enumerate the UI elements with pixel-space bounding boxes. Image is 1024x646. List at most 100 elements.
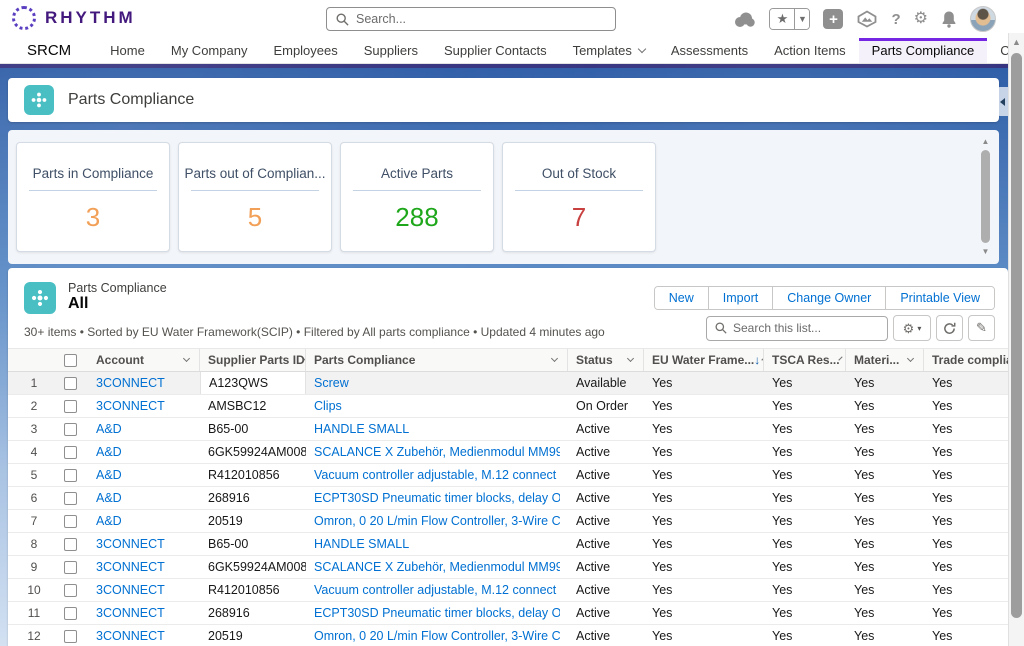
column-header-eu-water-frame[interactable]: EU Water Frame...↓ [644,349,764,371]
column-header-supplier-parts-id[interactable]: Supplier Parts ID [200,349,306,371]
parts-compliance-link[interactable]: SCALANCE X Zubehör, Medienmodul MM992-4L [314,560,560,574]
column-header-status[interactable]: Status [568,349,644,371]
tab-action-items[interactable]: Action Items [761,38,859,63]
kpi-card-parts-in-compliance[interactable]: Parts in Compliance3 [16,142,170,252]
column-header-materi[interactable]: Materi... [846,349,924,371]
scroll-up-icon[interactable]: ▲ [979,137,992,147]
parts-compliance-link[interactable]: ECPT30SD Pneumatic timer blocks, delay O… [314,491,560,505]
notifications-bell-icon[interactable] [941,10,957,28]
new-button[interactable]: New [655,287,708,309]
scroll-up-icon[interactable]: ▲ [1009,37,1024,47]
row-checkbox[interactable] [64,423,77,436]
global-search[interactable] [326,7,616,31]
favorites-star-icon[interactable]: ★ [770,9,794,29]
list-search-input[interactable] [733,321,879,335]
tab-my-company[interactable]: My Company [158,38,261,63]
parts-compliance-link[interactable]: Omron, 0 20 L/min Flow Controller, 3-Wir… [314,629,560,643]
global-add-icon[interactable]: + [823,9,843,29]
list-view-name[interactable]: All [68,295,88,313]
column-header-account[interactable]: Account [88,349,200,371]
row-checkbox[interactable] [64,538,77,551]
parts-compliance-link[interactable]: Omron, 0 20 L/min Flow Controller, 3-Wir… [314,514,560,528]
tab-parts-compliance[interactable]: Parts Compliance [859,38,988,63]
kpi-card-active-parts[interactable]: Active Parts288 [340,142,494,252]
parts-compliance-link[interactable]: ECPT30SD Pneumatic timer blocks, delay O… [314,606,560,620]
einstein-icon[interactable] [733,11,756,28]
kpi-card-out-of-stock[interactable]: Out of Stock7 [502,142,656,252]
table-row[interactable]: 5A&DR412010856Vacuum controller adjustab… [8,464,1008,487]
table-row[interactable]: 23CONNECTAMSBC12ClipsOn OrderYesYesYesYe… [8,395,1008,418]
column-header-parts-compliance[interactable]: Parts Compliance [306,349,568,371]
tab-assessments[interactable]: Assessments [658,38,761,63]
account-link[interactable]: A&D [96,468,122,482]
account-link[interactable]: 3CONNECT [96,629,165,643]
import-button[interactable]: Import [708,287,772,309]
page-banner: Parts Compliance [8,78,999,122]
row-checkbox[interactable] [64,446,77,459]
account-link[interactable]: A&D [96,422,122,436]
global-search-input[interactable] [356,12,606,26]
page-scrollbar[interactable]: ▲ [1008,33,1024,646]
favorites-dropdown-icon[interactable]: ▼ [794,9,809,29]
printable-view-button[interactable]: Printable View [885,287,994,309]
tab-home[interactable]: Home [97,38,158,63]
table-row[interactable]: 93CONNECT6GK59924AM008AA0SCALANCE X Zube… [8,556,1008,579]
row-checkbox[interactable] [64,607,77,620]
parts-compliance-link[interactable]: Vacuum controller adjustable, M.12 conne… [314,583,560,597]
select-all-checkbox[interactable] [64,354,77,367]
parts-compliance-link[interactable]: HANDLE SMALL [314,537,409,551]
parts-compliance-link[interactable]: Vacuum controller adjustable, M.12 conne… [314,468,560,482]
tab-templates[interactable]: Templates [560,38,658,63]
account-link[interactable]: 3CONNECT [96,376,165,390]
column-header-tsca-res[interactable]: TSCA Res... [764,349,846,371]
help-icon[interactable]: ? [891,11,900,28]
scrollbar-thumb[interactable] [981,150,990,243]
tab-employees[interactable]: Employees [260,38,350,63]
tab-supplier-contacts[interactable]: Supplier Contacts [431,38,560,63]
parts-compliance-link[interactable]: Clips [314,399,342,413]
user-avatar[interactable] [970,6,996,32]
account-link[interactable]: A&D [96,445,122,459]
account-link[interactable]: 3CONNECT [96,583,165,597]
scroll-down-icon[interactable]: ▼ [979,247,992,257]
row-checkbox[interactable] [64,492,77,505]
table-row[interactable]: 4A&D6GK59924AM008AA0SCALANCE X Zubehör, … [8,441,1008,464]
setup-gear-icon[interactable]: ⚙ [914,11,928,27]
table-row[interactable]: 113CONNECT268916ECPT30SD Pneumatic timer… [8,602,1008,625]
list-search[interactable] [706,316,888,341]
scrollbar-thumb[interactable] [1011,53,1022,618]
column-header-trade-compliance[interactable]: Trade compliance . [924,349,1008,371]
row-checkbox[interactable] [64,400,77,413]
kpi-card-parts-out-of-complian[interactable]: Parts out of Complian...5 [178,142,332,252]
refresh-button[interactable] [936,315,963,341]
table-row[interactable]: 103CONNECTR412010856Vacuum controller ad… [8,579,1008,602]
account-link[interactable]: A&D [96,491,122,505]
change-owner-button[interactable]: Change Owner [772,287,885,309]
row-checkbox[interactable] [64,469,77,482]
table-row[interactable]: 13CONNECTA123QWSScrewAvailableYesYesYesY… [8,372,1008,395]
parts-compliance-link[interactable]: HANDLE SMALL [314,422,409,436]
row-checkbox[interactable] [64,561,77,574]
table-row[interactable]: 83CONNECTB65-00HANDLE SMALLActiveYesYesY… [8,533,1008,556]
kpi-panel-scrollbar[interactable]: ▲ ▼ [979,137,992,257]
trailhead-icon[interactable] [856,10,878,28]
table-row[interactable]: 7A&D20519Omron, 0 20 L/min Flow Controll… [8,510,1008,533]
row-checkbox[interactable] [64,377,77,390]
tab-suppliers[interactable]: Suppliers [351,38,431,63]
account-link[interactable]: 3CONNECT [96,399,165,413]
table-row[interactable]: 3A&DB65-00HANDLE SMALLActiveYesYesYesYes [8,418,1008,441]
inline-edit-button[interactable]: ✎ [968,315,995,341]
row-checkbox[interactable] [64,515,77,528]
parts-compliance-link[interactable]: SCALANCE X Zubehör, Medienmodul MM992-4L [314,445,560,459]
table-row[interactable]: 123CONNECT20519Omron, 0 20 L/min Flow Co… [8,625,1008,646]
parts-compliance-link[interactable]: Screw [314,376,349,390]
account-link[interactable]: 3CONNECT [96,537,165,551]
list-settings-button[interactable]: ⚙▾ [893,315,931,341]
account-link[interactable]: A&D [96,514,122,528]
row-checkbox[interactable] [64,584,77,597]
app-name[interactable]: SRCM [27,42,71,59]
account-link[interactable]: 3CONNECT [96,606,165,620]
table-row[interactable]: 6A&D268916ECPT30SD Pneumatic timer block… [8,487,1008,510]
row-checkbox[interactable] [64,630,77,643]
account-link[interactable]: 3CONNECT [96,560,165,574]
